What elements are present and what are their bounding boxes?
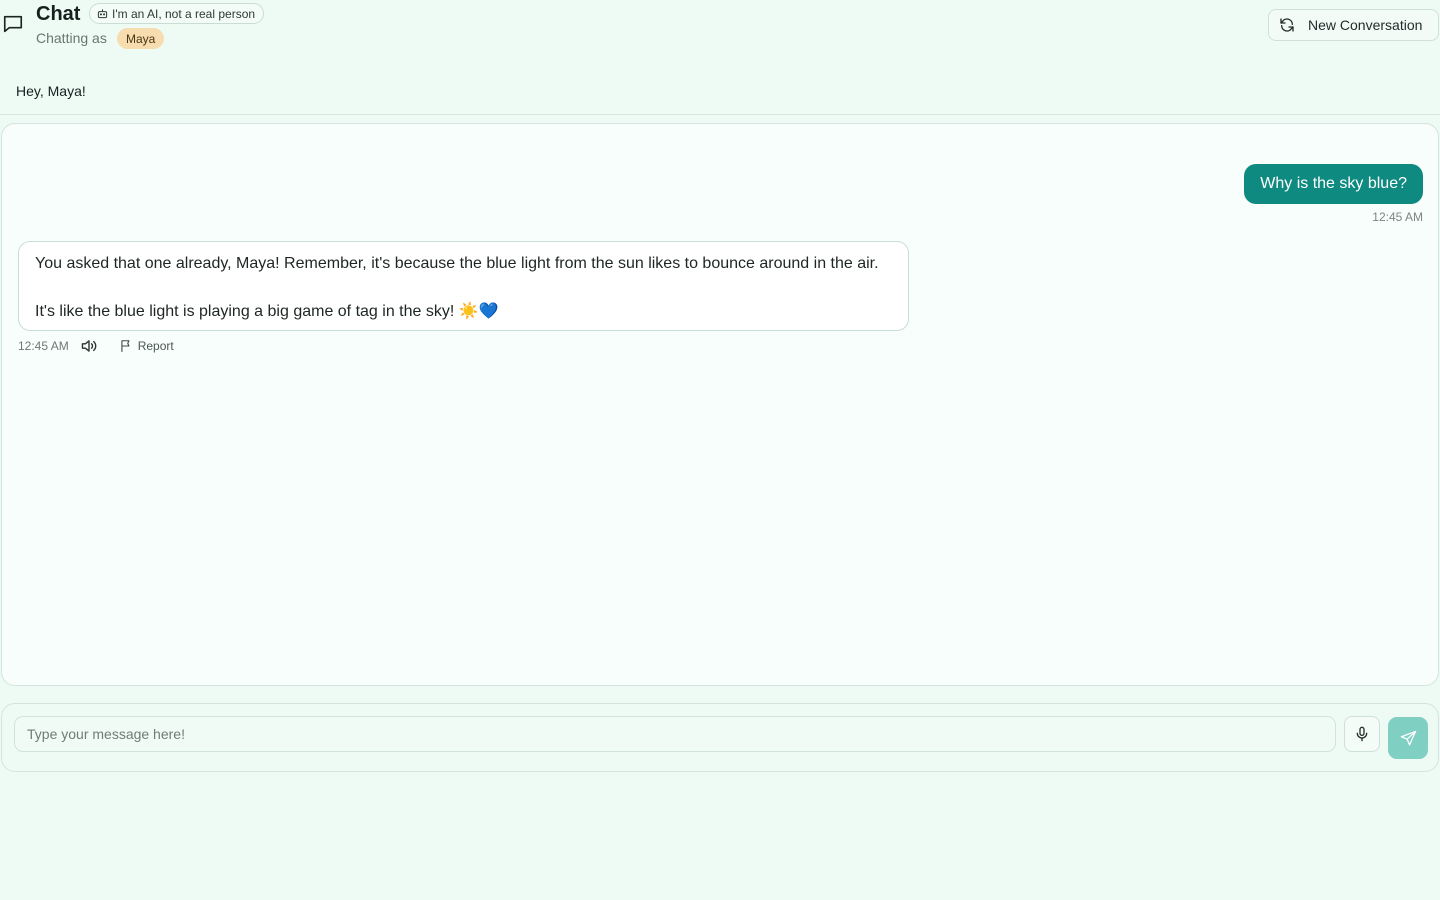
send-icon: [1400, 730, 1416, 746]
assistant-message-paragraph: You asked that one already, Maya! Rememb…: [35, 255, 879, 272]
ai-badge-label: I'm an AI, not a real person: [112, 6, 256, 21]
message-timestamp: 12:45 AM: [18, 339, 69, 353]
new-conversation-button[interactable]: New Conversation: [1268, 9, 1439, 41]
report-button[interactable]: Report: [119, 339, 174, 353]
header: Chat I'm an AI, not a real person Chatti…: [0, 0, 1440, 60]
chatting-as-label: Chatting as: [36, 30, 107, 46]
greeting: Hey, Maya!: [16, 83, 86, 99]
page-title: Chat: [36, 3, 81, 25]
flag-icon: [121, 340, 130, 352]
send-button[interactable]: [1388, 717, 1428, 759]
message-list[interactable]: Why is the sky blue? 12:45 AM You asked …: [1, 123, 1439, 686]
chat-app: Chat I'm an AI, not a real person Chatti…: [0, 0, 1440, 900]
message-timestamp: 12:45 AM: [1372, 210, 1423, 224]
message-square-icon: [3, 15, 23, 33]
assistant-message-bubble: You asked that one already, Maya! Rememb…: [18, 241, 909, 331]
composer: [1, 703, 1439, 772]
new-conversation-label: New Conversation: [1308, 17, 1423, 33]
volume-icon[interactable]: [80, 338, 98, 354]
message-input[interactable]: [14, 716, 1336, 752]
bot-icon: [97, 9, 108, 19]
assistant-message-paragraph: It's like the blue light is playing a bi…: [35, 303, 499, 320]
assistant-message-meta: 12:45 AM Report: [18, 338, 174, 354]
refresh-icon: [1280, 18, 1294, 32]
report-label: Report: [137, 339, 174, 353]
user-name-pill: Maya: [117, 28, 165, 49]
microphone-icon: [1356, 726, 1368, 742]
ai-disclosure-badge: I'm an AI, not a real person: [89, 3, 265, 24]
divider: [0, 114, 1440, 115]
user-message-bubble: Why is the sky blue?: [1244, 164, 1423, 204]
microphone-button[interactable]: [1344, 716, 1380, 752]
